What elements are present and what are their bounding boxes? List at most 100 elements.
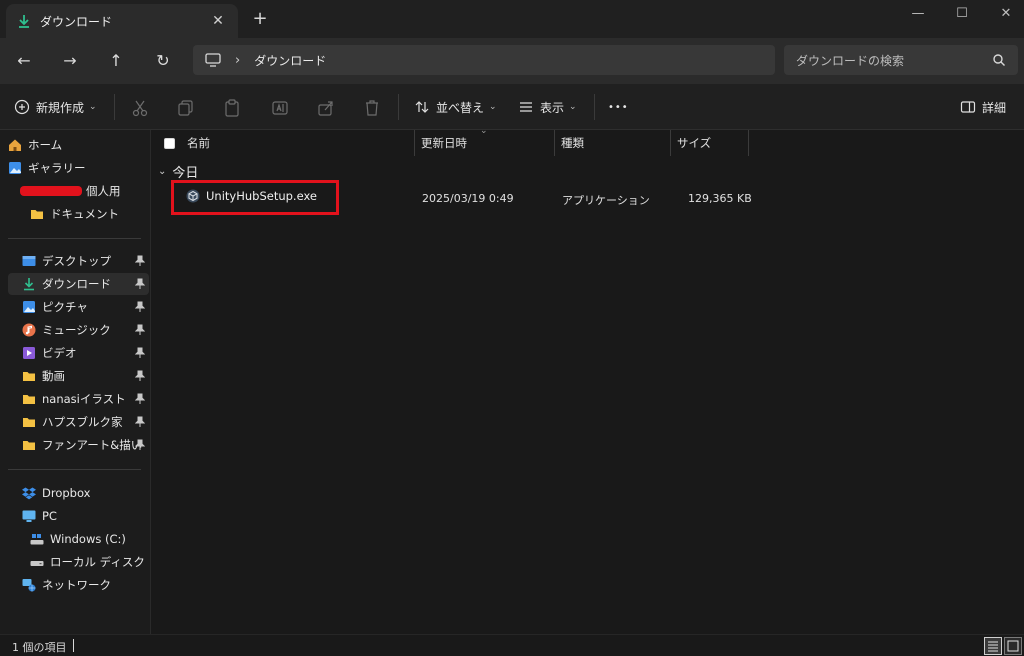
divider: [8, 469, 141, 470]
folder-icon: [31, 210, 43, 219]
sidebar-item-desktop[interactable]: デスクトップ: [8, 250, 149, 272]
sidebar-item-documents[interactable]: ドキュメント: [8, 203, 149, 225]
sidebar-item-home[interactable]: ホーム: [8, 134, 149, 156]
pin-icon[interactable]: [135, 439, 145, 451]
details-view-button[interactable]: [984, 637, 1002, 655]
list-view-icon: [520, 102, 532, 112]
pin-icon[interactable]: [135, 255, 145, 267]
chevron-down-icon: ⌄: [489, 102, 497, 112]
pin-icon[interactable]: [135, 347, 145, 359]
sidebar-item-onedrive[interactable]: 個人用: [8, 180, 149, 202]
file-date: 2025/03/19 0:49: [422, 192, 514, 205]
tiles-view-button[interactable]: [1004, 637, 1022, 655]
sidebar-item-fanart[interactable]: ファンアート&描いて!: [8, 434, 149, 456]
music-icon: [22, 323, 36, 337]
maximize-button[interactable]: ☐: [942, 4, 982, 24]
pin-icon[interactable]: [135, 301, 145, 313]
paste-icon[interactable]: [222, 98, 242, 118]
sidebar-item-habsburg[interactable]: ハプスブルク家: [8, 411, 149, 433]
home-icon: [9, 139, 21, 151]
sidebar-item-network[interactable]: ネットワーク: [8, 574, 149, 596]
rename-icon[interactable]: [270, 98, 290, 118]
pictures-icon: [23, 301, 35, 313]
column-size[interactable]: サイズ: [670, 130, 748, 156]
status-divider: [73, 639, 74, 652]
sidebar-item-pictures[interactable]: ピクチャ: [8, 296, 149, 318]
sidebar-item-dropbox[interactable]: Dropbox: [8, 482, 149, 504]
folder-icon: [23, 372, 35, 381]
tiles-view-icon: [1007, 640, 1019, 652]
pc-icon: [22, 510, 36, 522]
pin-icon[interactable]: [135, 278, 145, 290]
divider: [594, 94, 595, 120]
up-button[interactable]: ↑: [104, 49, 128, 73]
file-type: アプリケーション: [562, 194, 650, 207]
sidebar-item-music[interactable]: ミュージック: [8, 319, 149, 341]
divider: [398, 94, 399, 120]
search-placeholder[interactable]: ダウンロードの検索: [796, 52, 992, 69]
close-tab-icon[interactable]: ✕: [208, 13, 228, 29]
plus-circle-icon: [14, 99, 30, 115]
share-icon[interactable]: [316, 98, 336, 118]
search-icon[interactable]: [992, 53, 1006, 67]
new-button[interactable]: 新規作成 ⌄: [14, 96, 97, 118]
video-icon: [23, 347, 35, 359]
cut-icon[interactable]: [130, 98, 150, 118]
column-type[interactable]: 種類: [554, 130, 670, 156]
column-name[interactable]: 名前: [158, 130, 414, 156]
sidebar-item-drive-d[interactable]: ローカル ディスク (D:): [8, 551, 149, 573]
view-button-label: 表示: [540, 100, 565, 115]
sort-button[interactable]: 並べ替え ⌄: [414, 96, 497, 118]
back-button[interactable]: ←: [12, 49, 36, 73]
drive-icon: [30, 561, 44, 566]
forward-button[interactable]: →: [58, 49, 82, 73]
status-bar: 1 個の項目: [0, 634, 1024, 656]
close-window-button[interactable]: ✕: [986, 4, 1024, 24]
address-bar[interactable]: › ダウンロード: [193, 45, 775, 75]
download-icon: [19, 15, 29, 28]
sidebar-item-gallery[interactable]: ギャラリー: [8, 157, 149, 179]
details-button-label: 詳細: [982, 100, 1007, 115]
navigation-pane: ホーム ギャラリー 個人用 ドキュメント デスクトップ ダウンロード ピクチャ …: [0, 130, 151, 634]
pin-icon[interactable]: [135, 416, 145, 428]
download-icon: [24, 278, 34, 291]
network-icon: [22, 579, 36, 592]
column-divider: [748, 130, 755, 156]
trash-icon[interactable]: [362, 98, 382, 118]
breadcrumb-downloads[interactable]: ダウンロード: [254, 52, 326, 69]
breadcrumb-separator[interactable]: ›: [235, 53, 240, 68]
chevron-down-icon: ⌄: [158, 166, 167, 177]
folder-icon: [23, 441, 35, 450]
refresh-button[interactable]: ↻: [151, 49, 175, 73]
pin-icon[interactable]: [135, 324, 145, 336]
sort-arrows-icon: [415, 101, 429, 113]
onedrive-icon: [20, 186, 82, 196]
details-pane-button[interactable]: 詳細: [960, 96, 1006, 118]
sidebar-item-videos[interactable]: ビデオ: [8, 342, 149, 364]
pin-icon[interactable]: [135, 370, 145, 382]
select-all-checkbox[interactable]: [164, 137, 175, 149]
chevron-down-icon: ⌄: [89, 102, 97, 112]
new-tab-button[interactable]: +: [250, 9, 270, 29]
new-button-label: 新規作成: [36, 100, 85, 115]
more-options-button[interactable]: •••: [608, 96, 629, 118]
highlight-box: [171, 180, 339, 215]
sidebar-item-drive-c[interactable]: Windows (C:): [8, 528, 149, 550]
sidebar-item-downloads[interactable]: ダウンロード: [8, 273, 149, 295]
sidebar-item-douga[interactable]: 動画: [8, 365, 149, 387]
tab-downloads[interactable]: ダウンロード ✕: [6, 4, 238, 38]
search-box[interactable]: ダウンロードの検索: [784, 45, 1018, 75]
item-count: 1 個の項目: [12, 641, 67, 654]
folder-icon: [23, 418, 35, 427]
sidebar-item-pc[interactable]: PC: [8, 505, 149, 527]
pin-icon[interactable]: [135, 393, 145, 405]
copy-icon[interactable]: [176, 98, 196, 118]
group-header-today[interactable]: ⌄ 今日: [158, 162, 198, 181]
sidebar-item-nanasi-illust[interactable]: nanasiイラスト: [8, 388, 149, 410]
desktop-icon: [22, 256, 36, 266]
view-button[interactable]: 表示 ⌄: [518, 96, 577, 118]
drive-icon: [30, 534, 44, 545]
folder-icon: [23, 395, 35, 404]
chevron-down-icon: ⌄: [569, 102, 577, 112]
minimize-button[interactable]: —: [898, 4, 938, 24]
